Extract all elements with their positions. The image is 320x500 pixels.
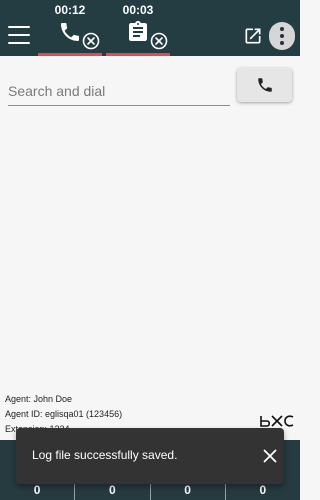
close-circle-icon[interactable] xyxy=(82,32,100,50)
phone-icon xyxy=(257,78,272,92)
tab-active-call[interactable]: 00:12 xyxy=(38,0,102,56)
stat-value: 0 xyxy=(184,483,191,497)
wrapup-timer: 00:03 xyxy=(122,3,154,17)
snackbar-message: Log file successfully saved. xyxy=(32,448,178,462)
stat-value: 0 xyxy=(33,483,41,497)
active-tab-indicator xyxy=(106,53,170,56)
brand-logo xyxy=(260,415,294,427)
stat-value: 0 xyxy=(259,483,267,497)
top-app-bar: 00:12 00:03 xyxy=(0,0,300,56)
dial-button[interactable] xyxy=(237,68,292,102)
agent-name: Agent: John Doe xyxy=(5,394,73,404)
close-circle-icon[interactable] xyxy=(150,32,168,50)
agent-id: Agent ID: eglisqa01 (123456) xyxy=(5,409,123,419)
call-timer: 00:12 xyxy=(54,3,86,17)
stat-value: 0 xyxy=(109,483,116,497)
search-field[interactable] xyxy=(8,78,230,106)
phone-icon xyxy=(61,23,79,41)
hamburger-menu-icon[interactable] xyxy=(8,26,30,44)
more-vertical-icon[interactable] xyxy=(269,22,295,50)
active-tab-indicator xyxy=(38,53,102,56)
close-icon[interactable] xyxy=(261,447,279,465)
tab-wrapup[interactable]: 00:03 xyxy=(106,0,170,56)
snackbar: Log file successfully saved. xyxy=(16,428,284,484)
open-in-new-icon[interactable] xyxy=(243,26,263,46)
clipboard-icon xyxy=(129,21,147,41)
search-input[interactable] xyxy=(8,78,230,104)
